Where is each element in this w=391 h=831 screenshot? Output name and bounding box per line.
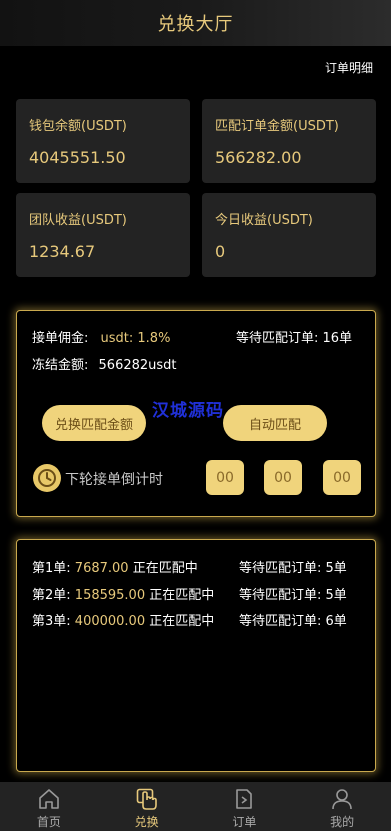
frozen-amount-row: 冻结金额: 566282usdt xyxy=(32,354,177,373)
stat-label: 钱包余额(USDT) xyxy=(29,119,127,134)
queue-order-amount: 400000.00 xyxy=(74,614,146,629)
clock-icon xyxy=(33,464,61,492)
frozen-amount-value: 566282usdt xyxy=(98,358,177,373)
stat-value: 1234.67 xyxy=(29,242,96,261)
tab-home[interactable]: 首页 xyxy=(0,782,98,831)
exchange-match-amount-button[interactable]: 兑换匹配金额 xyxy=(42,405,146,441)
stat-value: 566282.00 xyxy=(215,148,302,167)
tab-label: 首页 xyxy=(36,815,61,829)
page-title: 兑换大厅 xyxy=(157,14,234,35)
queue-waiting: 等待匹配订单: 5单 xyxy=(239,584,347,603)
queue-waiting-count: 5单 xyxy=(325,588,347,603)
tab-exchange[interactable]: 兑换 xyxy=(98,782,196,831)
list-item: 第2单: 158595.00 正在匹配中 等待匹配订单: 5单 xyxy=(32,584,362,603)
queue-waiting-count: 6单 xyxy=(325,614,347,629)
queue-order-name: 第1单: xyxy=(32,561,71,576)
user-icon xyxy=(332,789,352,810)
queue-waiting-label: 等待匹配订单: xyxy=(239,561,322,576)
tab-mine[interactable]: 我的 xyxy=(293,782,391,831)
wallet-balance-card: 钱包余额(USDT) 4045551.50 xyxy=(16,99,190,183)
queue-order-amount: 7687.00 xyxy=(74,561,129,576)
queue-order-status: 正在匹配中 xyxy=(149,588,215,603)
exchange-hand-icon xyxy=(136,788,157,810)
queue-order-amount: 158595.00 xyxy=(74,588,146,603)
today-earnings-card: 今日收益(USDT) 0 xyxy=(202,193,376,277)
countdown-label: 下轮接单倒计时 xyxy=(65,472,163,488)
queue-waiting-label: 等待匹配订单: xyxy=(239,588,322,603)
list-item: 第1单: 7687.00 正在匹配中 等待匹配订单: 5单 xyxy=(32,557,362,576)
commission-row: 接单佣金: usdt: 1.8% xyxy=(32,327,170,346)
queue-order-name: 第2单: xyxy=(32,588,71,603)
tab-label: 兑换 xyxy=(134,815,159,829)
queue-order-name: 第3单: xyxy=(32,614,71,629)
queue-waiting-count: 5单 xyxy=(325,561,347,576)
waiting-orders-label: 等待匹配订单: xyxy=(236,331,319,346)
stat-label: 团队收益(USDT) xyxy=(29,213,127,228)
commission-value: usdt: 1.8% xyxy=(100,331,171,346)
app-header: 兑换大厅 xyxy=(0,0,391,46)
queue-order-status: 正在匹配中 xyxy=(132,561,198,576)
queue-waiting-label: 等待匹配订单: xyxy=(239,614,322,629)
waiting-orders-row: 等待匹配订单: 16单 xyxy=(236,327,352,346)
stat-value: 4045551.50 xyxy=(29,148,126,167)
tab-label: 我的 xyxy=(330,815,355,829)
stat-label: 今日收益(USDT) xyxy=(215,213,313,228)
queue-waiting: 等待匹配订单: 6单 xyxy=(239,610,347,629)
list-item: 第3单: 400000.00 正在匹配中 等待匹配订单: 6单 xyxy=(32,610,362,629)
tab-orders[interactable]: 订单 xyxy=(196,782,294,831)
frozen-amount-label: 冻结金额: xyxy=(32,358,89,373)
order-icon xyxy=(236,789,253,809)
order-details-link[interactable]: 订单明细 xyxy=(325,59,373,76)
stat-value: 0 xyxy=(215,242,226,261)
matched-order-amount-card: 匹配订单金额(USDT) 566282.00 xyxy=(202,99,376,183)
waiting-orders-value: 16单 xyxy=(322,331,353,346)
queue-waiting: 等待匹配订单: 5单 xyxy=(239,557,347,576)
countdown-hours: 00 xyxy=(206,460,244,495)
team-earnings-card: 团队收益(USDT) 1234.67 xyxy=(16,193,190,277)
countdown-seconds: 00 xyxy=(323,460,361,495)
watermark-text: 汉城源码 xyxy=(152,401,224,421)
stat-label: 匹配订单金额(USDT) xyxy=(215,119,339,134)
commission-label: 接单佣金: xyxy=(32,331,89,346)
tab-label: 订单 xyxy=(232,815,257,829)
home-icon xyxy=(39,789,59,809)
bottom-tab-bar: 首页 兑换 订单 我的 xyxy=(0,782,391,831)
queue-order-status: 正在匹配中 xyxy=(149,614,215,629)
countdown-minutes: 00 xyxy=(264,460,302,495)
auto-match-button[interactable]: 自动匹配 xyxy=(223,405,327,441)
